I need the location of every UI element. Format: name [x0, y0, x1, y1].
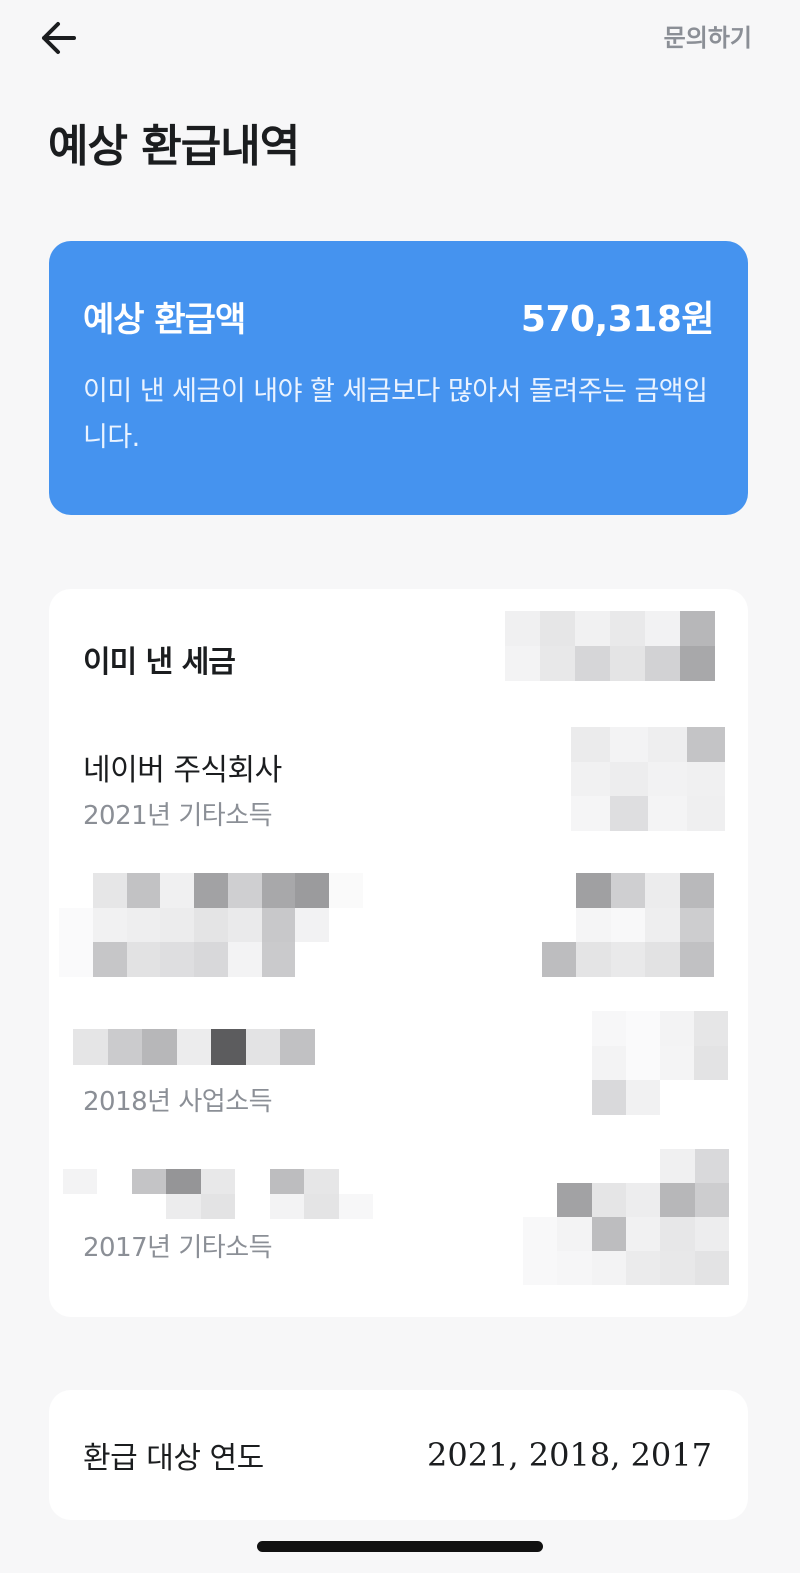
- redacted-item-amount: [571, 727, 725, 831]
- refund-years-label: 환급 대상 연도: [83, 1441, 264, 1476]
- redacted-item-amount: [542, 873, 714, 977]
- redacted-company-name: [73, 1029, 315, 1065]
- redacted-item-amount: [523, 1149, 729, 1285]
- redacted-company-name: [59, 873, 363, 977]
- redacted-company-name: [63, 1169, 373, 1219]
- page-title: 예상 환급내역: [48, 121, 300, 172]
- paid-taxes-card: 이미 낸 세금 네이버 주식회사 2021년 기타소득 2018년 사업소득 2…: [49, 589, 748, 1317]
- income-type: 2017년 기타소득: [83, 1233, 273, 1263]
- company-name: 네이버 주식회사: [83, 753, 282, 788]
- refund-summary-card: 예상 환급액 570,318원 이미 낸 세금이 내야 할 세금보다 많아서 돌…: [49, 241, 748, 515]
- back-button[interactable]: [34, 16, 82, 60]
- refund-details-screen: 문의하기 예상 환급내역 예상 환급액 570,318원 이미 낸 세금이 내야…: [0, 0, 800, 1573]
- refund-description: 이미 낸 세금이 내야 할 세금보다 많아서 돌려주는 금액입니다.: [83, 376, 708, 453]
- refund-amount-label: 예상 환급액: [83, 299, 246, 340]
- income-type: 2021년 기타소득: [83, 801, 273, 831]
- paid-taxes-title: 이미 낸 세금: [83, 645, 236, 680]
- refund-amount-value: 570,318원: [520, 299, 715, 340]
- home-indicator[interactable]: [257, 1541, 543, 1552]
- redacted-total-amount: [505, 611, 715, 681]
- refund-years-value: 2021, 2018, 2017: [427, 1436, 712, 1474]
- redacted-item-amount: [592, 1011, 728, 1115]
- arrow-left-icon: [42, 22, 76, 54]
- income-type: 2018년 사업소득: [83, 1087, 273, 1117]
- inquiry-button[interactable]: 문의하기: [664, 20, 752, 56]
- refund-years-card: 환급 대상 연도 2021, 2018, 2017: [49, 1390, 748, 1520]
